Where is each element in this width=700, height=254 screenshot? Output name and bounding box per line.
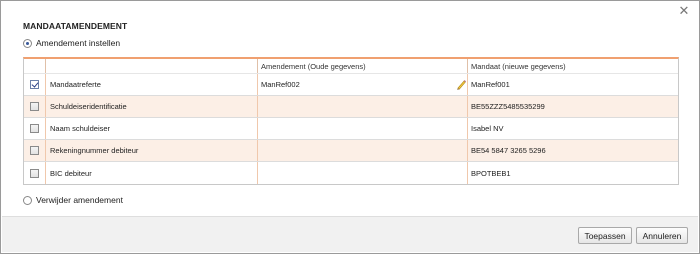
- field-name: Naam schuldeiser: [50, 124, 111, 133]
- row-checkbox[interactable]: [30, 102, 39, 111]
- old-value: [257, 162, 467, 184]
- set-amendment-option[interactable]: Amendement instellen: [23, 38, 120, 48]
- new-value: Isabel NV: [471, 124, 504, 133]
- close-icon[interactable]: ✕: [678, 5, 690, 18]
- table-row: Mandaatreferte ManRef002 ManRef001: [24, 74, 678, 96]
- header-new-data: Mandaat (nieuwe gegevens): [471, 61, 566, 71]
- new-value: BE54 5847 3265 5296: [471, 146, 546, 155]
- new-value: BE55ZZZ5485535299: [471, 102, 545, 111]
- table-row: Rekeningnummer debiteur BE54 5847 3265 5…: [24, 140, 678, 162]
- field-name: Schuldeiseridentificatie: [50, 102, 127, 111]
- table-header-row: Amendement (Oude gegevens) Mandaat (nieu…: [24, 59, 678, 74]
- header-check-cell: [24, 59, 45, 73]
- remove-amendment-label: Verwijder amendement: [36, 195, 123, 205]
- row-checkbox[interactable]: [30, 146, 39, 155]
- field-name: Rekeningnummer debiteur: [50, 146, 139, 155]
- field-name: BIC debiteur: [50, 168, 92, 178]
- amendment-dialog: ✕ MANDAATAMENDEMENT Amendement instellen…: [0, 0, 700, 254]
- row-checkbox[interactable]: [30, 168, 39, 178]
- old-value: [257, 140, 467, 161]
- header-old-data: Amendement (Oude gegevens): [261, 61, 366, 71]
- dialog-footer: Toepassen Annuleren: [2, 216, 698, 252]
- table-row: Schuldeiseridentificatie BE55ZZZ54855352…: [24, 96, 678, 118]
- table-row: Naam schuldeiser Isabel NV: [24, 118, 678, 140]
- dialog-title: MANDAATAMENDEMENT: [23, 21, 128, 31]
- remove-amendment-radio[interactable]: [23, 195, 32, 205]
- new-value: ManRef001: [471, 80, 510, 89]
- apply-button[interactable]: Toepassen: [578, 227, 632, 244]
- header-field-cell: [45, 59, 257, 73]
- old-value: [257, 118, 467, 139]
- amendment-table: Amendement (Oude gegevens) Mandaat (nieu…: [23, 57, 679, 185]
- row-checkbox[interactable]: [30, 124, 39, 133]
- row-checkbox[interactable]: [30, 80, 39, 89]
- field-name: Mandaatreferte: [50, 80, 101, 89]
- cancel-button[interactable]: Annuleren: [636, 227, 688, 244]
- set-amendment-radio[interactable]: [23, 38, 32, 48]
- new-value: BPOTBEB1: [471, 168, 511, 178]
- set-amendment-label: Amendement instellen: [36, 38, 121, 48]
- remove-amendment-option[interactable]: Verwijder amendement: [23, 195, 123, 205]
- table-row: BIC debiteur BPOTBEB1: [24, 162, 678, 184]
- pencil-icon[interactable]: [456, 79, 466, 90]
- old-value: [257, 96, 467, 117]
- old-value: ManRef002: [261, 80, 300, 89]
